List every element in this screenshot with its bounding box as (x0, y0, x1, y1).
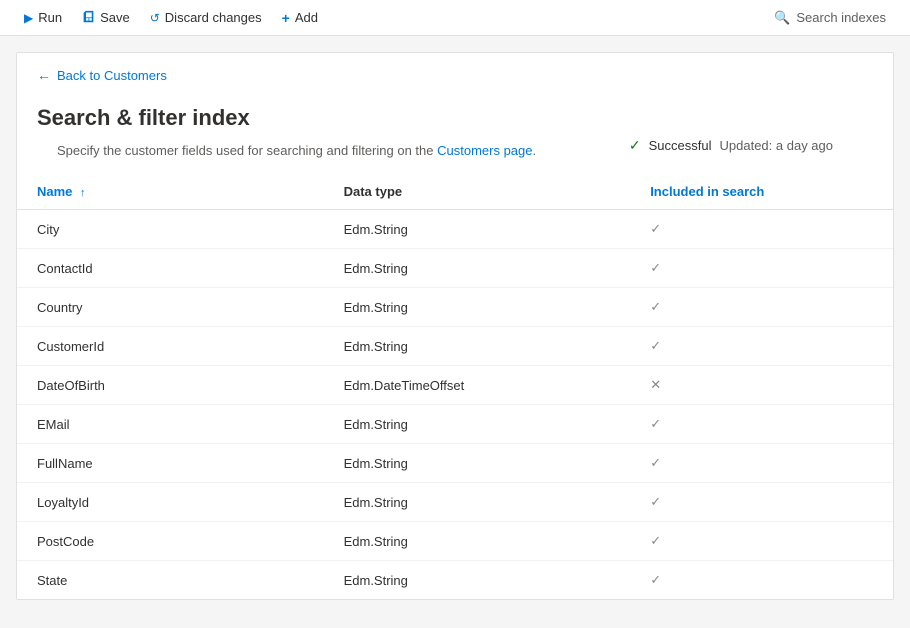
page-header: Search & filter index Specify the custom… (17, 89, 893, 174)
discard-label: Discard changes (165, 10, 262, 25)
cell-included: ✓ (630, 288, 893, 327)
cell-name: EMail (17, 405, 324, 444)
cell-included: ✓ (630, 522, 893, 561)
check-icon: ✓ (650, 416, 661, 431)
run-button[interactable]: ▶ Run (16, 6, 70, 29)
cell-type: Edm.String (324, 405, 631, 444)
cell-name: State (17, 561, 324, 600)
cell-name: LoyaltyId (17, 483, 324, 522)
cell-included: ✓ (630, 561, 893, 600)
save-button[interactable]: Save (74, 6, 138, 30)
add-label: Add (295, 10, 318, 25)
cell-name: PostCode (17, 522, 324, 561)
table-row: StateEdm.String ✓ (17, 561, 893, 600)
col-header-type: Data type (324, 174, 631, 210)
table-row: ContactIdEdm.String ✓ (17, 249, 893, 288)
table-row: FullNameEdm.String ✓ (17, 444, 893, 483)
cell-type: Edm.String (324, 483, 631, 522)
desc-suffix: . (533, 143, 537, 158)
cell-included: ✓ (630, 327, 893, 366)
cell-type: Edm.String (324, 210, 631, 249)
cell-type: Edm.DateTimeOffset (324, 366, 631, 405)
cell-name: FullName (17, 444, 324, 483)
search-indexes-label: Search indexes (796, 10, 886, 25)
page-description: Specify the customer fields used for sea… (57, 143, 536, 158)
save-icon (82, 10, 95, 26)
cell-type: Edm.String (324, 561, 631, 600)
check-icon: ✓ (650, 533, 661, 548)
check-icon: ✓ (650, 221, 661, 236)
col-name-label: Name (37, 184, 72, 199)
cell-included: ✓ (630, 249, 893, 288)
back-arrow-icon: ← (37, 67, 51, 83)
status-text: Successful (649, 138, 712, 153)
cell-included: ✕ (630, 366, 893, 405)
check-icon: ✓ (650, 338, 661, 353)
cell-type: Edm.String (324, 249, 631, 288)
cell-type: Edm.String (324, 288, 631, 327)
index-table: Name ↑ Data type Included in search City… (17, 174, 893, 599)
cell-name: City (17, 210, 324, 249)
sort-arrow-icon: ↑ (80, 187, 86, 199)
check-icon: ✓ (650, 494, 661, 509)
table-row: EMailEdm.String ✓ (17, 405, 893, 444)
cell-included: ✓ (630, 210, 893, 249)
toolbar: ▶ Run Save ↺ Discard changes + Add 🔍 Sea… (0, 0, 910, 36)
run-icon: ▶ (24, 11, 33, 25)
discard-icon: ↺ (150, 11, 160, 25)
back-link[interactable]: ← Back to Customers (17, 53, 893, 89)
table-row: CountryEdm.String ✓ (17, 288, 893, 327)
success-icon: ✓ (629, 137, 641, 154)
col-type-label: Data type (344, 184, 403, 199)
main-content: ← Back to Customers Search & filter inde… (16, 52, 894, 600)
cell-type: Edm.String (324, 327, 631, 366)
table-header-row: Name ↑ Data type Included in search (17, 174, 893, 210)
check-icon: ✓ (650, 260, 661, 275)
cell-included: ✓ (630, 483, 893, 522)
run-label: Run (38, 10, 62, 25)
add-icon: + (282, 10, 290, 26)
col-header-name[interactable]: Name ↑ (17, 174, 324, 210)
table-row: DateOfBirthEdm.DateTimeOffset ✕ (17, 366, 893, 405)
col-search-label: Included in search (650, 184, 764, 199)
add-button[interactable]: + Add (274, 6, 326, 30)
cell-included: ✓ (630, 444, 893, 483)
check-icon: ✓ (650, 572, 661, 587)
check-icon: ✓ (650, 299, 661, 314)
cell-included: ✓ (630, 405, 893, 444)
cell-name: ContactId (17, 249, 324, 288)
table-row: CityEdm.String ✓ (17, 210, 893, 249)
cell-type: Edm.String (324, 522, 631, 561)
desc-prefix: Specify the customer fields used for sea… (57, 143, 437, 158)
cell-name: CustomerId (17, 327, 324, 366)
save-label: Save (100, 10, 130, 25)
discard-button[interactable]: ↺ Discard changes (142, 6, 270, 29)
search-icon: 🔍 (774, 10, 790, 26)
cell-name: DateOfBirth (17, 366, 324, 405)
customers-page-link[interactable]: Customers page (437, 143, 532, 158)
table-row: CustomerIdEdm.String ✓ (17, 327, 893, 366)
check-icon: ✓ (650, 455, 661, 470)
search-indexes-box[interactable]: 🔍 Search indexes (766, 6, 894, 30)
table-row: LoyaltyIdEdm.String ✓ (17, 483, 893, 522)
x-icon: ✕ (650, 377, 661, 392)
updated-text: Updated: a day ago (720, 138, 833, 153)
back-label: Back to Customers (57, 68, 167, 83)
cell-type: Edm.String (324, 444, 631, 483)
col-header-search: Included in search (630, 174, 893, 210)
page-title: Search & filter index (37, 105, 873, 131)
cell-name: Country (17, 288, 324, 327)
status-row: ✓ Successful Updated: a day ago (609, 137, 853, 164)
table-row: PostCodeEdm.String ✓ (17, 522, 893, 561)
